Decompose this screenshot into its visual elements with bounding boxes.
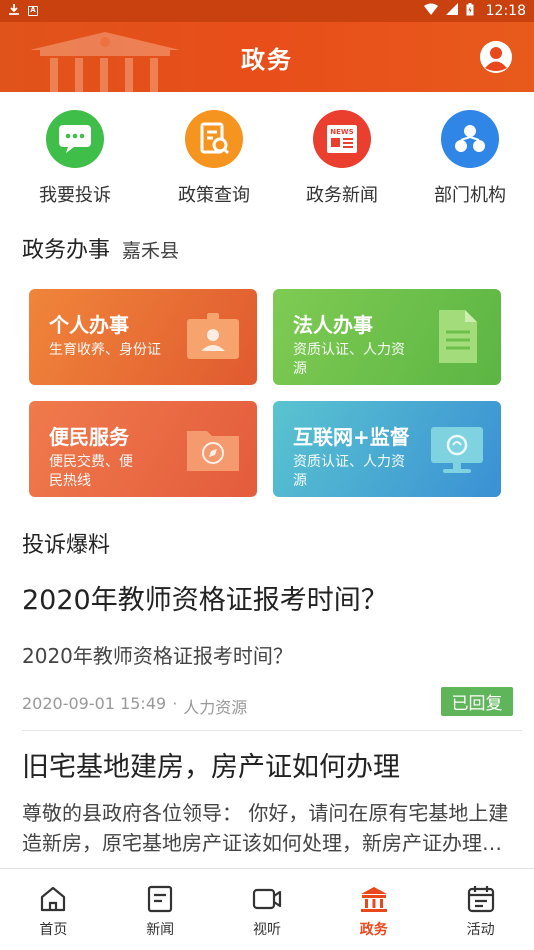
document-icon — [439, 310, 477, 363]
post-body[interactable]: 2020年教师资格证报考时间？ — [22, 640, 293, 669]
nav-activities[interactable]: 活动 — [427, 869, 534, 950]
complaints-section-title: 投诉爆料 — [22, 533, 111, 558]
quick-link-complaint[interactable]: 我要投诉 — [0, 92, 150, 217]
internet-supervision-card[interactable]: 互联网+监督 资质认证、人力资源 — [273, 401, 501, 497]
legal-entity-affairs-card[interactable]: 法人办事 资质认证、人力资源 — [273, 289, 501, 385]
nav-news[interactable]: 新闻 — [107, 869, 214, 950]
quick-link-label: 我要投诉 — [39, 185, 111, 206]
quick-links: 我要投诉 政策查询 NEWS 政务新闻 部门机构 — [0, 92, 534, 217]
svg-text:NEWS: NEWS — [330, 128, 353, 136]
document-search-icon — [185, 110, 243, 168]
user-profile-button[interactable] — [480, 41, 512, 73]
nav-label: 活动 — [466, 922, 495, 938]
status-badge: 已回复 — [441, 687, 513, 716]
post-department: 人力资源 — [183, 698, 248, 717]
id-card-icon — [187, 313, 239, 359]
quick-link-label: 政务新闻 — [306, 185, 378, 206]
calendar-icon — [467, 886, 494, 913]
post-title[interactable]: 2020年教师资格证报考时间？ — [22, 578, 388, 617]
download-icon — [8, 3, 20, 20]
signal-icon — [445, 3, 458, 19]
video-icon — [252, 888, 282, 910]
notification-a-icon: A — [28, 6, 38, 16]
user-icon — [480, 41, 512, 73]
nav-label: 新闻 — [146, 922, 175, 938]
region-selector[interactable]: 嘉禾县 — [122, 236, 179, 263]
card-description: 资质认证、人力资源 — [293, 454, 405, 489]
organization-icon — [441, 110, 499, 168]
folder-compass-icon — [187, 431, 239, 471]
clock: 12:18 — [485, 3, 526, 19]
quick-link-label: 政策查询 — [178, 185, 250, 206]
quick-link-news[interactable]: NEWS 政务新闻 — [278, 92, 406, 217]
gov-services-header: 政务办事 嘉禾县 — [22, 232, 179, 264]
convenience-services-card[interactable]: 便民服务 便民交费、便民热线 — [29, 401, 257, 497]
post-date: 2020-09-01 15:49 — [22, 694, 167, 713]
personal-affairs-card[interactable]: 个人办事 生育收养、身份证 — [29, 289, 257, 385]
quick-link-policy[interactable]: 政策查询 — [150, 92, 278, 217]
post-meta: 2020-09-01 15:49 · 人力资源 — [22, 694, 247, 718]
monitor-icon — [431, 427, 483, 473]
nav-label: 政务 — [359, 922, 388, 938]
news-icon: NEWS — [313, 110, 371, 168]
home-icon — [41, 886, 66, 912]
post-body[interactable]: 尊敬的县政府各位领导： 你好，请问在原有宅基地上建造新房，原宅基地房产证该如何处… — [22, 798, 518, 858]
wifi-icon — [423, 3, 438, 19]
post-title[interactable]: 旧宅基地建房，房产证如何办理 — [22, 745, 400, 784]
building-decoration-icon — [30, 32, 180, 92]
card-description: 便民交费、便民热线 — [49, 454, 133, 489]
nav-video[interactable]: 视听 — [214, 869, 321, 950]
meta-separator: · — [172, 694, 178, 713]
nav-government[interactable]: 政务 — [320, 869, 427, 950]
divider — [22, 730, 522, 731]
government-icon — [360, 887, 387, 912]
section-title: 政务办事 — [22, 238, 111, 263]
news-list-icon — [148, 885, 173, 913]
card-description: 资质认证、人力资源 — [293, 342, 405, 377]
page-title: 政务 — [241, 45, 293, 74]
battery-icon — [466, 2, 474, 20]
status-bar: A 12:18 — [0, 0, 534, 22]
chat-icon — [46, 110, 104, 168]
nav-label: 首页 — [39, 922, 68, 938]
nav-label: 视听 — [252, 922, 281, 938]
nav-home[interactable]: 首页 — [0, 869, 107, 950]
quick-link-departments[interactable]: 部门机构 — [406, 92, 534, 217]
quick-link-label: 部门机构 — [434, 185, 506, 206]
bottom-navigation: 首页 新闻 视听 政务 活动 — [0, 868, 534, 950]
app-header: 政务 — [0, 22, 534, 92]
